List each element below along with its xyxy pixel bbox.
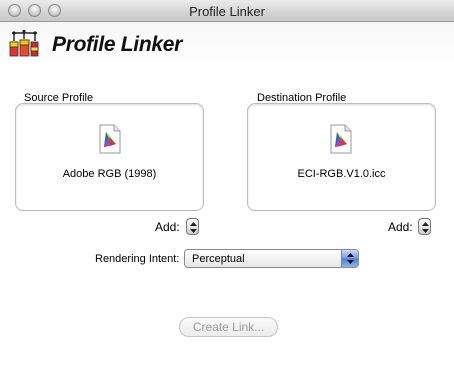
- popup-arrows-icon: [341, 250, 358, 267]
- source-profile-name: Adobe RGB (1998): [62, 168, 157, 180]
- profile-linker-app-icon: [9, 29, 39, 57]
- rendering-intent-select[interactable]: Perceptual: [184, 249, 359, 268]
- up-down-arrows-icon: [190, 222, 197, 233]
- window-title: Profile Linker: [189, 4, 265, 19]
- up-down-arrows-icon: [422, 222, 429, 233]
- app-name-heading: Profile Linker: [52, 33, 183, 56]
- icc-profile-document-icon: [330, 124, 352, 154]
- destination-add-stepper[interactable]: [418, 218, 431, 235]
- rendering-intent-label: Rendering Intent:: [95, 253, 180, 265]
- source-add-label: Add:: [155, 220, 180, 234]
- destination-add-label: Add:: [388, 220, 413, 234]
- destination-profile-well[interactable]: ECI-RGB.V1.0.icc: [247, 103, 436, 211]
- icc-profile-document-icon: [99, 124, 121, 154]
- rendering-intent-value: Perceptual: [192, 253, 245, 265]
- source-profile-well[interactable]: Adobe RGB (1998): [15, 103, 204, 211]
- destination-profile-name: ECI-RGB.V1.0.icc: [297, 168, 386, 180]
- source-add-stepper[interactable]: [186, 218, 199, 235]
- create-link-button[interactable]: Create Link...: [179, 317, 278, 337]
- window-titlebar[interactable]: Profile Linker: [0, 0, 454, 22]
